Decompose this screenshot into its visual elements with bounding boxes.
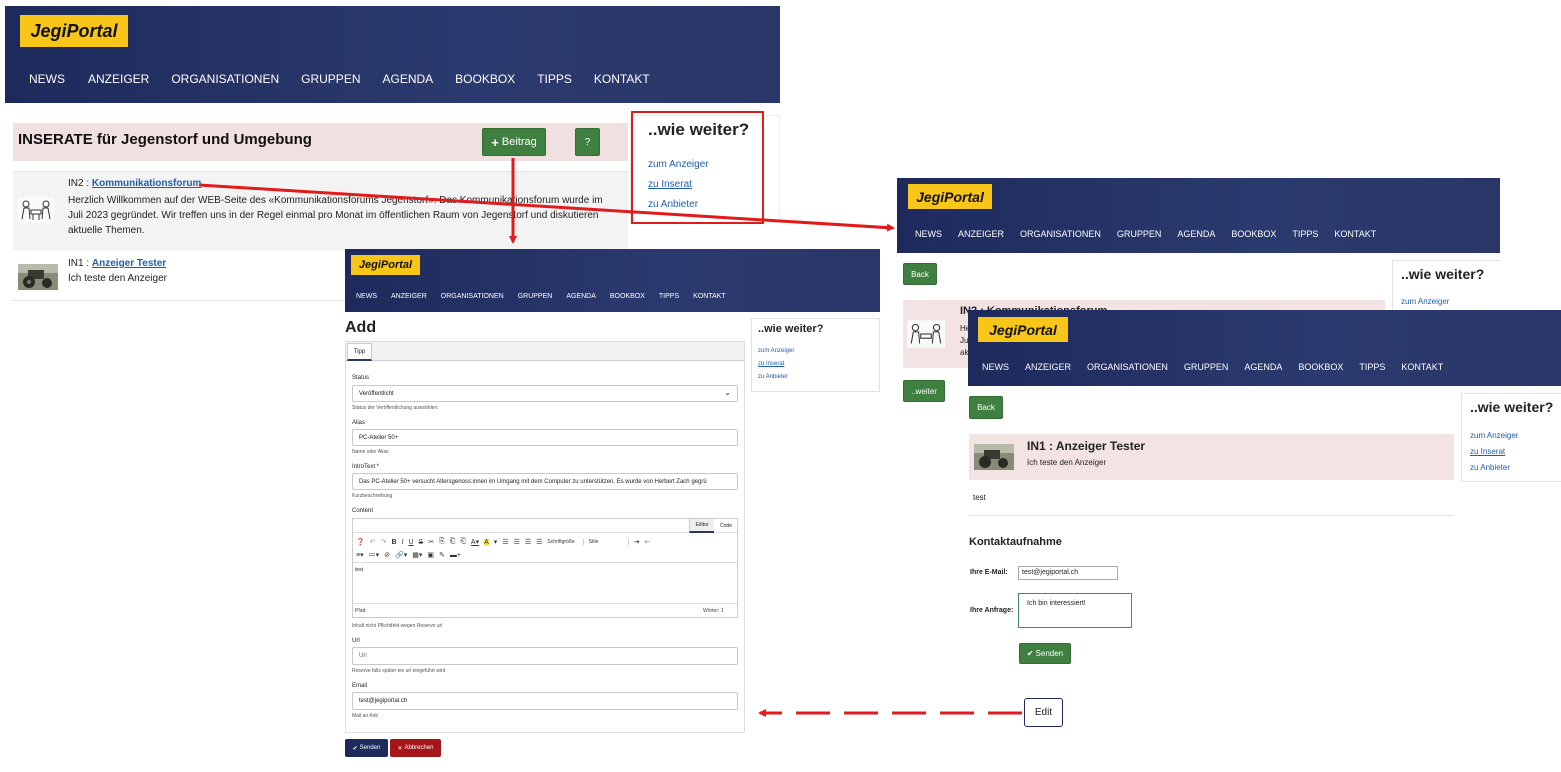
annotation-arrows	[198, 158, 1022, 717]
arrow-to-detail	[198, 183, 895, 232]
